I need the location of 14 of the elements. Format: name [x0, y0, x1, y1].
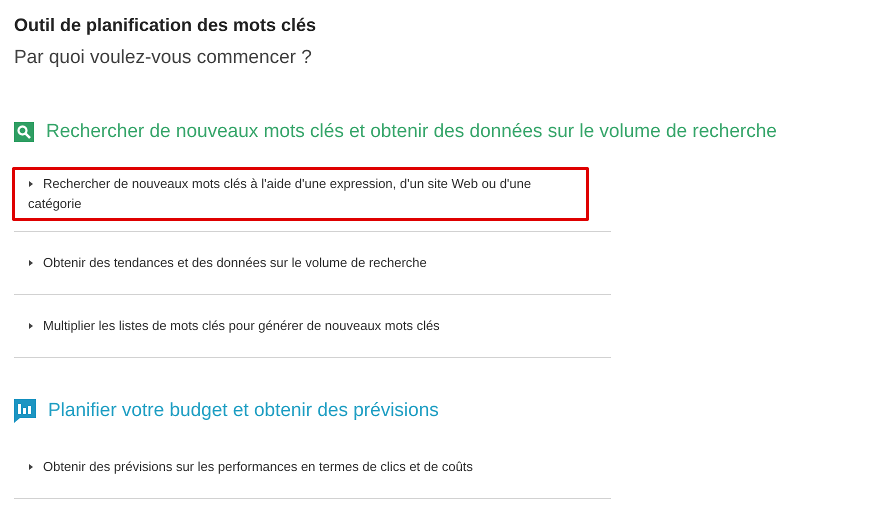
- list-item[interactable]: Rechercher de nouveaux mots clés à l'aide d'une expression, d'un site Web ou d'une catégorie: [12, 167, 589, 221]
- section-heading: Planifier votre budget et obtenir des prévisions: [48, 399, 439, 423]
- chart-icon: [14, 399, 36, 423]
- list-item[interactable]: Multiplier les listes de mots clés pour générer de nouveaux mots clés: [12, 309, 611, 343]
- list-item[interactable]: Obtenir des tendances et des données sur le volume de recherche: [12, 246, 611, 280]
- list-item[interactable]: Obtenir des prévisions sur les performances en termes de clics et de coûts: [12, 450, 611, 484]
- caret-icon: [28, 260, 34, 266]
- section-heading: Rechercher de nouveaux mots clés et obtenir des données sur le volume de recherche: [46, 120, 777, 144]
- caret-icon: [28, 322, 34, 329]
- caret-icon: [28, 464, 34, 470]
- search-icon: [14, 122, 34, 142]
- page-subtitle: Par quoi voulez-vous commencer ?: [14, 46, 313, 70]
- page-title: Outil de planification des mots clés: [14, 14, 318, 37]
- caret-icon: [28, 180, 34, 187]
